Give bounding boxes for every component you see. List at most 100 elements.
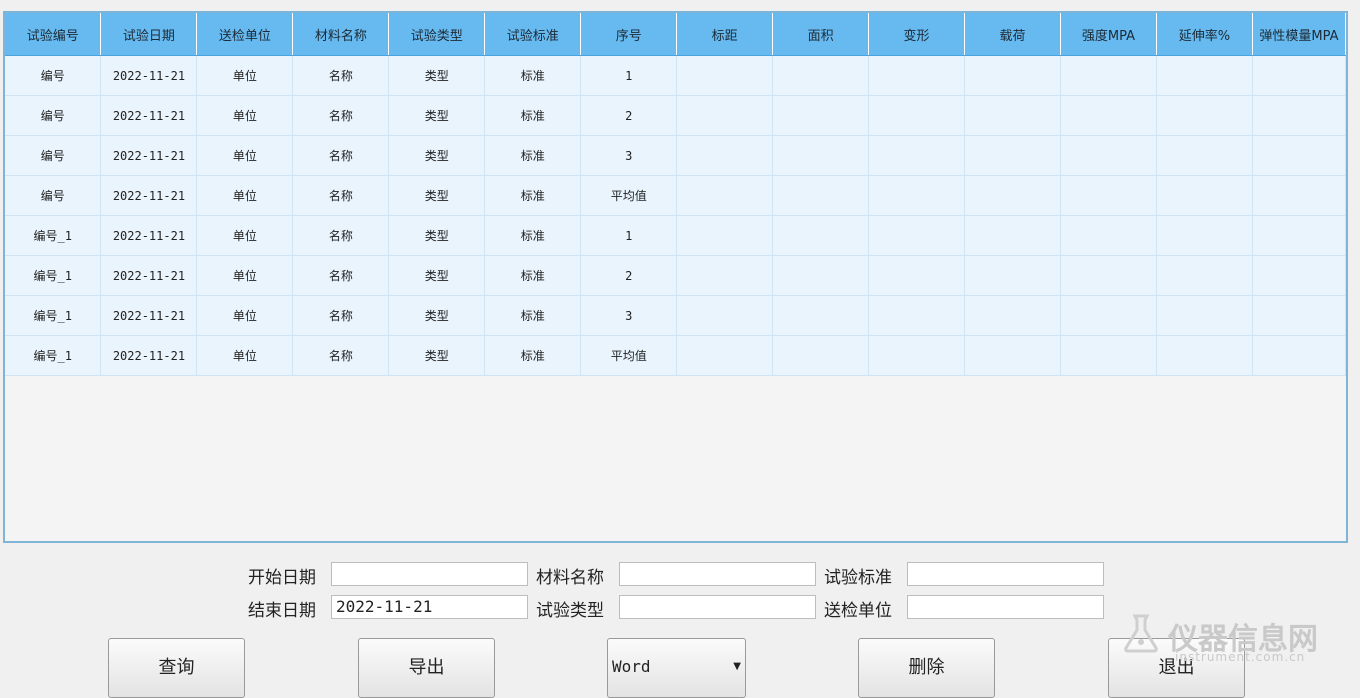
table-cell[interactable]: 2022-11-21	[100, 95, 198, 136]
material-name-input[interactable]	[619, 562, 816, 586]
table-cell[interactable]: 编号	[5, 175, 102, 216]
table-cell[interactable]: 类型	[388, 135, 486, 176]
test-type-input[interactable]	[619, 595, 816, 619]
table-cell[interactable]	[772, 215, 870, 256]
table-cell[interactable]: 2	[580, 95, 678, 136]
table-cell[interactable]	[676, 95, 774, 136]
table-cell[interactable]	[964, 335, 1061, 376]
table-cell[interactable]	[1060, 295, 1157, 336]
table-cell[interactable]: 标准	[484, 95, 582, 136]
table-cell[interactable]: 2022-11-21	[100, 335, 198, 376]
table-cell[interactable]	[772, 335, 870, 376]
table-row[interactable]: 编号 2022-11-21 单位 名称 类型 标准 3	[5, 135, 1346, 176]
table-cell[interactable]: 标准	[484, 335, 582, 376]
table-cell[interactable]	[1156, 55, 1253, 96]
table-cell[interactable]	[1060, 95, 1157, 136]
end-date-input[interactable]: 2022-11-21	[331, 595, 528, 619]
table-cell[interactable]	[1252, 135, 1346, 176]
table-row[interactable]: 编号_1 2022-11-21 单位 名称 类型 标准 3	[5, 295, 1346, 336]
start-date-input[interactable]	[331, 562, 528, 586]
table-cell[interactable]	[964, 255, 1061, 296]
table-cell[interactable]: 类型	[388, 255, 486, 296]
table-cell[interactable]: 单位	[196, 255, 294, 296]
table-cell[interactable]: 标准	[484, 175, 582, 216]
table-cell[interactable]: 名称	[292, 55, 390, 96]
table-cell[interactable]	[1060, 135, 1157, 176]
table-cell[interactable]	[676, 295, 774, 336]
column-header[interactable]: 延伸率%	[1156, 13, 1253, 56]
column-header[interactable]: 试验日期	[100, 13, 198, 56]
table-cell[interactable]	[772, 95, 870, 136]
table-cell[interactable]: 3	[580, 295, 678, 336]
table-cell[interactable]	[1060, 55, 1157, 96]
table-cell[interactable]: 标准	[484, 295, 582, 336]
submitting-unit-input[interactable]	[907, 595, 1104, 619]
table-cell[interactable]: 编号_1	[5, 295, 102, 336]
table-cell[interactable]: 3	[580, 135, 678, 176]
table-cell[interactable]: 单位	[196, 215, 294, 256]
column-header[interactable]: 试验编号	[5, 13, 102, 56]
table-cell[interactable]: 2022-11-21	[100, 175, 198, 216]
table-cell[interactable]: 名称	[292, 335, 390, 376]
table-cell[interactable]: 单位	[196, 295, 294, 336]
table-cell[interactable]	[964, 55, 1061, 96]
table-cell[interactable]	[676, 255, 774, 296]
column-header[interactable]: 强度MPA	[1060, 13, 1157, 56]
table-cell[interactable]: 1	[580, 215, 678, 256]
column-header[interactable]: 序号	[580, 13, 678, 56]
table-cell[interactable]: 编号	[5, 135, 102, 176]
table-cell[interactable]: 标准	[484, 135, 582, 176]
table-cell[interactable]: 标准	[484, 55, 582, 96]
table-cell[interactable]	[868, 215, 965, 256]
table-cell[interactable]: 2022-11-21	[100, 55, 198, 96]
table-cell[interactable]	[772, 135, 870, 176]
table-cell[interactable]	[1252, 255, 1346, 296]
table-cell[interactable]: 类型	[388, 95, 486, 136]
table-row[interactable]: 编号_1 2022-11-21 单位 名称 类型 标准 2	[5, 255, 1346, 296]
table-cell[interactable]	[1060, 175, 1157, 216]
table-cell[interactable]: 名称	[292, 215, 390, 256]
table-cell[interactable]	[1156, 135, 1253, 176]
table-cell[interactable]: 名称	[292, 295, 390, 336]
table-cell[interactable]: 2	[580, 255, 678, 296]
table-cell[interactable]: 名称	[292, 95, 390, 136]
table-cell[interactable]	[964, 295, 1061, 336]
table-cell[interactable]: 类型	[388, 55, 486, 96]
export-format-select[interactable]: Word ▼	[607, 638, 746, 698]
query-button[interactable]: 查询	[108, 638, 245, 698]
table-cell[interactable]	[964, 135, 1061, 176]
table-cell[interactable]	[1060, 255, 1157, 296]
table-cell[interactable]	[772, 55, 870, 96]
table-cell[interactable]	[1156, 95, 1253, 136]
table-cell[interactable]	[676, 135, 774, 176]
table-cell[interactable]: 类型	[388, 335, 486, 376]
table-cell[interactable]: 名称	[292, 175, 390, 216]
table-cell[interactable]	[868, 175, 965, 216]
table-cell[interactable]	[868, 295, 965, 336]
table-cell[interactable]	[772, 255, 870, 296]
table-cell[interactable]	[1156, 255, 1253, 296]
table-row[interactable]: 编号 2022-11-21 单位 名称 类型 标准 2	[5, 95, 1346, 136]
column-header[interactable]: 送检单位	[196, 13, 294, 56]
table-cell[interactable]	[868, 95, 965, 136]
column-header[interactable]: 标距	[676, 13, 774, 56]
table-cell[interactable]: 名称	[292, 255, 390, 296]
table-cell[interactable]: 编号_1	[5, 255, 102, 296]
table-row[interactable]: 编号_1 2022-11-21 单位 名称 类型 标准 1	[5, 215, 1346, 256]
table-cell[interactable]	[1252, 95, 1346, 136]
column-header[interactable]: 弹性模量MPA	[1252, 13, 1346, 56]
table-cell[interactable]	[1156, 295, 1253, 336]
table-row[interactable]: 编号_1 2022-11-21 单位 名称 类型 标准 平均值	[5, 335, 1346, 376]
table-cell[interactable]: 单位	[196, 135, 294, 176]
table-cell[interactable]: 编号_1	[5, 215, 102, 256]
table-cell[interactable]: 类型	[388, 215, 486, 256]
column-header[interactable]: 载荷	[964, 13, 1061, 56]
table-cell[interactable]	[772, 295, 870, 336]
table-cell[interactable]	[676, 55, 774, 96]
table-cell[interactable]: 单位	[196, 95, 294, 136]
table-cell[interactable]: 编号	[5, 55, 102, 96]
table-cell[interactable]	[1156, 215, 1253, 256]
column-header[interactable]: 变形	[868, 13, 965, 56]
table-cell[interactable]: 标准	[484, 215, 582, 256]
table-cell[interactable]: 单位	[196, 175, 294, 216]
